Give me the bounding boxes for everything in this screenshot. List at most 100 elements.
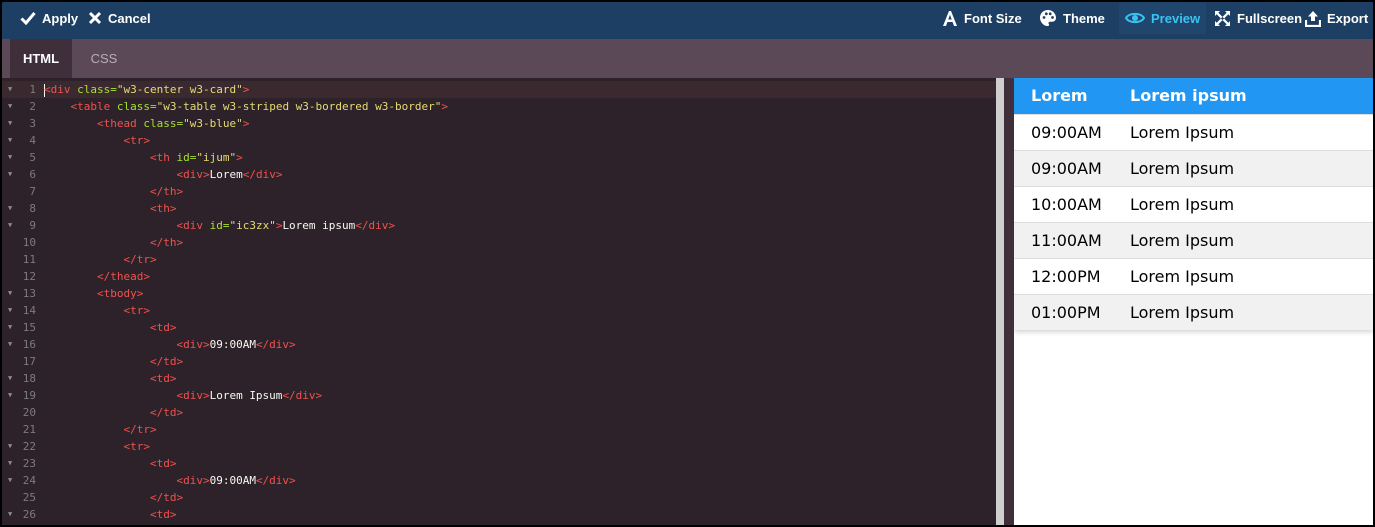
fold-arrow-icon[interactable]: ▼	[8, 336, 16, 353]
fold-arrow-icon[interactable]: ▼	[8, 370, 16, 387]
code-token: </th>	[149, 236, 184, 249]
fold-arrow-icon[interactable]: ▼	[8, 132, 16, 149]
fold-arrow-icon[interactable]: ▼	[8, 302, 16, 319]
fold-arrow-icon[interactable]: ▼	[8, 472, 16, 489]
code-text: <th id="ijum">	[44, 149, 243, 166]
export-button[interactable]: Export	[1305, 2, 1368, 34]
fold-arrow-icon[interactable]: ▼	[8, 319, 16, 336]
code-line: 11 </tr>	[2, 251, 996, 268]
code-token: Lorem	[209, 168, 243, 181]
fold-arrow-icon[interactable]: ▼	[8, 455, 16, 472]
code-line: ▼ 18 <td>	[2, 370, 996, 387]
code-token: <table	[70, 100, 117, 113]
code-line: ▼ 8 <th>	[2, 200, 996, 217]
table-row: 10:00AM Lorem Ipsum	[1014, 185, 1373, 222]
text-cell: Lorem Ipsum	[1130, 185, 1373, 222]
line-number: 23	[22, 457, 36, 470]
code-text: <td>	[44, 370, 177, 387]
code-token: <tr>	[123, 440, 150, 453]
apply-button[interactable]: Apply	[20, 2, 78, 34]
table-row: 09:00AM Lorem Ipsum	[1014, 113, 1373, 150]
text-cell: Lorem Ipsum	[1130, 293, 1373, 330]
fold-arrow-icon[interactable]: ▼	[8, 115, 16, 132]
fold-arrow-icon[interactable]: ▼	[8, 149, 16, 166]
code-text: <thead class="w3-blue">	[44, 115, 249, 132]
fold-arrow-icon[interactable]: ▼	[8, 200, 16, 217]
code-line: ▼ 19 <div>Lorem Ipsum</div>	[2, 387, 996, 404]
time-cell: 12:00PM	[1014, 257, 1130, 294]
code-text: <td>	[44, 506, 177, 523]
code-token: <div>	[176, 168, 210, 181]
apply-label: Apply	[42, 10, 79, 26]
font-size-button[interactable]: Font Size	[942, 2, 1022, 34]
code-text: <tr>	[44, 132, 150, 149]
fold-arrow-icon[interactable]: ▼	[8, 217, 16, 234]
code-token: <div	[44, 83, 78, 96]
code-line: 17 </td>	[2, 353, 996, 370]
fold-arrow-icon[interactable]: ▼	[8, 166, 16, 183]
fold-arrow-icon[interactable]: ▼	[8, 438, 16, 455]
code-line: ▼ 9 <div id="ic3zx">Lorem ipsum</div>	[2, 217, 996, 234]
code-token: "w3-table w3-striped w3-bordered w3-bord…	[156, 100, 442, 113]
code-editor[interactable]: ▼ 1 <div class="w3-center w3-card"> ▼ 2 <tab…	[2, 78, 996, 525]
code-token: </td>	[149, 406, 184, 419]
code-line: 21 </tr>	[2, 421, 996, 438]
code-text: </th>	[44, 234, 183, 251]
code-token: </div>	[355, 219, 396, 232]
code-text: <tbody>	[44, 285, 143, 302]
preview-button[interactable]: Preview	[1119, 2, 1207, 34]
code-text: </td>	[44, 353, 183, 370]
splitter-handle[interactable]	[996, 78, 1004, 525]
line-number: 13	[22, 287, 36, 300]
pane-splitter[interactable]	[996, 78, 1006, 525]
line-number: 26	[22, 508, 36, 521]
line-number: 3	[29, 117, 36, 130]
code-token: </div>	[255, 338, 296, 351]
fold-arrow-icon[interactable]: ▼	[8, 81, 16, 98]
cancel-label: Cancel	[108, 10, 151, 26]
code-line: ▼ 22 <tr>	[2, 438, 996, 455]
text-cell: Lorem Ipsum	[1130, 113, 1373, 150]
table-row: 09:00AM Lorem Ipsum	[1014, 149, 1373, 186]
time-cell: 09:00AM	[1014, 113, 1130, 150]
text-cell: Lorem Ipsum	[1130, 221, 1373, 258]
code-line: ▼ 16 <div>09:00AM</div>	[2, 336, 996, 353]
theme-button[interactable]: Theme	[1039, 2, 1105, 34]
fold-arrow-icon[interactable]: ▼	[8, 285, 16, 302]
fold-arrow-icon[interactable]: ▼	[8, 506, 16, 523]
code-token: </div>	[255, 474, 296, 487]
code-token: id=	[209, 219, 230, 232]
tab-css[interactable]: CSS	[74, 39, 134, 78]
cancel-button[interactable]: Cancel	[88, 2, 151, 34]
fold-arrow-icon[interactable]: ▼	[8, 387, 16, 404]
code-token: </th>	[149, 185, 184, 198]
code-token: >	[242, 83, 250, 96]
code-token: <td>	[149, 508, 177, 521]
code-token: <td>	[149, 372, 177, 385]
code-token: id=	[176, 151, 197, 164]
line-number: 1	[29, 83, 36, 96]
code-token: "w3-center w3-card"	[116, 83, 243, 96]
fold-arrow-icon[interactable]: ▼	[8, 98, 16, 115]
code-token: Lorem ipsum	[282, 219, 356, 232]
code-token: <div>	[176, 389, 210, 402]
fullscreen-button[interactable]: Fullscreen	[1214, 2, 1302, 34]
line-number: 2	[29, 100, 36, 113]
time-cell: 11:00AM	[1014, 221, 1130, 258]
code-text: <div>09:00AM</div>	[44, 472, 296, 489]
line-number: 7	[29, 185, 36, 198]
close-icon	[88, 11, 102, 25]
code-token: "ic3zx"	[229, 219, 276, 232]
code-line: ▼ 6 <div>Lorem</div>	[2, 166, 996, 183]
tab-html[interactable]: HTML	[10, 39, 72, 78]
line-number: 17	[22, 355, 36, 368]
